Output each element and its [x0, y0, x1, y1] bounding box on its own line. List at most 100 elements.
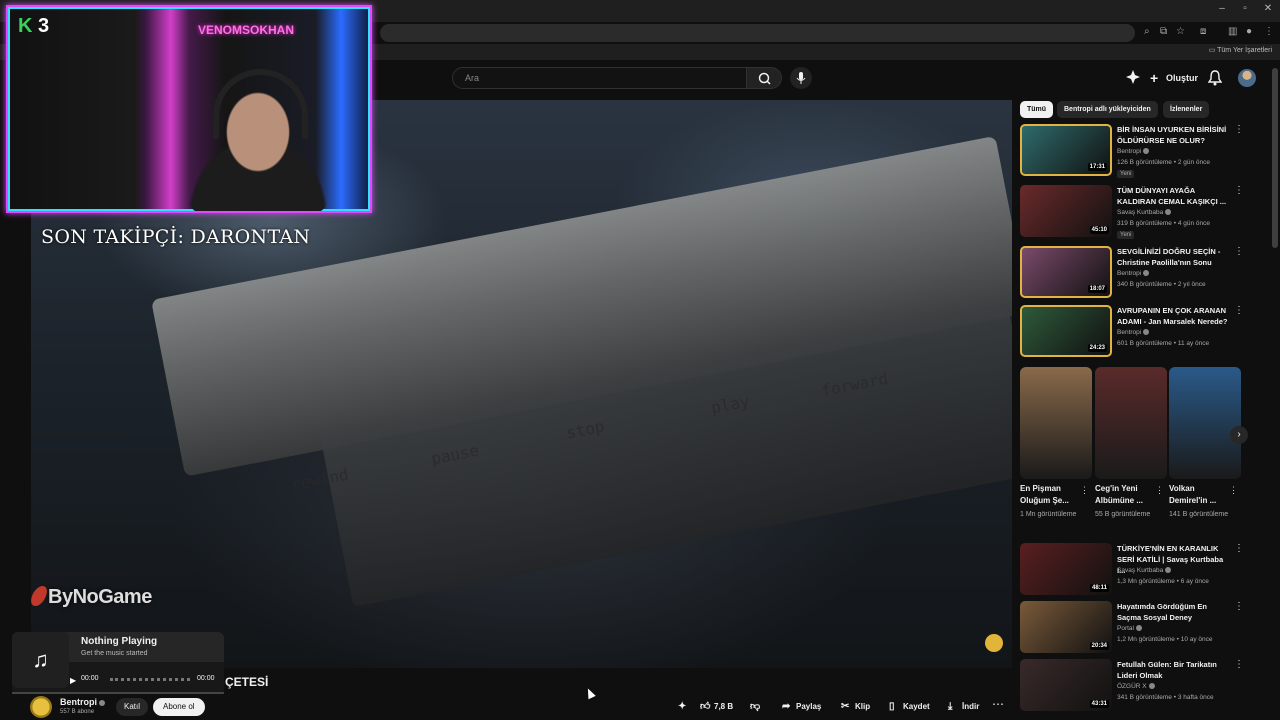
bookmark-icon: ▯	[889, 701, 895, 712]
share-button[interactable]: ➦ Paylaş	[782, 698, 821, 716]
recommendation-item[interactable]: 45:10 TÜM DÜNYAYI AYAĞA KALDIRAN CEMAL KA…	[1020, 185, 1248, 243]
dislike-button[interactable]: 👎︎	[750, 698, 760, 716]
recommendation-title[interactable]: Hayatımda Gördüğüm En Saçma Sosyal Deney	[1117, 601, 1232, 623]
more-options-icon[interactable]: ⋮	[1234, 185, 1244, 196]
chip-from-uploader[interactable]: Bentropi adlı yükleyiciden	[1057, 101, 1158, 118]
extensions-icon[interactable]: ⧈	[1200, 26, 1206, 37]
short-title[interactable]: Volkan Demirel'in ...	[1169, 483, 1231, 507]
gemini-icon[interactable]	[1126, 70, 1140, 84]
recommendation-meta: 1,2 Mn görüntüleme • 10 ay önce	[1117, 636, 1213, 643]
video-thumbnail[interactable]: 48:11	[1020, 543, 1112, 595]
like-button[interactable]: 👍︎ 7,8 B	[700, 698, 733, 716]
more-options-icon[interactable]: ⋮	[1234, 543, 1244, 554]
clip-button[interactable]: ✂ Klip	[841, 698, 870, 716]
video-thumbnail[interactable]: 20:34	[1020, 601, 1112, 653]
short-item[interactable]: Ceg'in Yeni Albümüne ... 55 B görüntüleme…	[1095, 367, 1167, 518]
recommendation-meta: 319 B görüntüleme • 4 gün önce	[1117, 220, 1210, 227]
recommendation-channel-name: Savaş Kurtbaba	[1117, 209, 1164, 216]
page-scrollbar[interactable]	[1272, 68, 1278, 248]
notifications-bell-icon[interactable]	[1208, 70, 1222, 86]
recommendation-title[interactable]: BİR İNSAN UYURKEN BİRİSİNİ ÖLDÜRÜRSE NE …	[1117, 124, 1232, 146]
share-page-icon[interactable]: ⧉	[1160, 26, 1167, 37]
verified-icon	[1135, 625, 1142, 631]
recommendation-channel[interactable]: Bentropi	[1117, 270, 1150, 277]
chip-all[interactable]: Tümü	[1020, 101, 1054, 118]
all-bookmarks[interactable]: ▭ Tüm Yer İşaretleri	[1209, 46, 1272, 54]
short-views: 1 Mn görüntüleme	[1020, 511, 1077, 518]
more-options-icon[interactable]: ⋮	[1234, 124, 1244, 135]
short-item[interactable]: En Pişman Oluğum Şe... 1 Mn görüntüleme ⋮	[1020, 367, 1092, 518]
more-options-icon[interactable]: ⋮	[1080, 485, 1089, 496]
all-bookmarks-label: Tüm Yer İşaretleri	[1217, 47, 1272, 54]
recommendation-title[interactable]: Fetullah Gülen: Bir Tarikatın Lideri Olm…	[1117, 659, 1232, 681]
video-thumbnail[interactable]: 17:31	[1020, 124, 1112, 176]
address-bar[interactable]	[380, 24, 1135, 42]
voice-search-button[interactable]	[790, 67, 812, 89]
new-badge: Yeni	[1117, 231, 1135, 239]
short-thumbnail[interactable]	[1020, 367, 1092, 479]
short-title[interactable]: En Pişman Oluğum Şe...	[1020, 483, 1082, 507]
join-button[interactable]: Katıl	[116, 698, 149, 716]
video-thumbnail[interactable]: 24:23	[1020, 305, 1112, 357]
star-icon[interactable]: ☆	[1176, 26, 1185, 37]
music-time-end: 00:00	[197, 675, 215, 682]
maximize-icon[interactable]: ▫	[1237, 3, 1253, 14]
user-avatar[interactable]	[1238, 69, 1256, 87]
recommendation-channel-name: Bentropi	[1117, 148, 1142, 155]
recommendation-title[interactable]: SEVGİLİNİZİ DOĞRU SEÇİN - Christine Paol…	[1117, 246, 1232, 268]
recommendation-channel[interactable]: Bentropi	[1117, 329, 1150, 336]
short-thumbnail[interactable]	[1095, 367, 1167, 479]
recommendation-item[interactable]: 24:23 AVRUPANIN EN ÇOK ARANAN ADAMI - Jan…	[1020, 305, 1248, 363]
recommendation-title[interactable]: TÜM DÜNYAYI AYAĞA KALDIRAN CEMAL KAŞIKÇI…	[1117, 185, 1232, 207]
browser-menu-icon[interactable]: ⋮	[1264, 26, 1274, 37]
video-thumbnail[interactable]: 45:10	[1020, 185, 1112, 237]
chevron-right-icon[interactable]: ›	[1230, 426, 1248, 444]
recommendation-item[interactable]: 17:31 BİR İNSAN UYURKEN BİRİSİNİ ÖLDÜRÜRS…	[1020, 124, 1248, 182]
music-progress-bar[interactable]	[12, 692, 224, 694]
duration-badge: 24:23	[1087, 344, 1107, 352]
chip-watched[interactable]: İzlenenler	[1163, 101, 1210, 118]
ask-ai-button[interactable]: ✦	[678, 698, 686, 716]
verified-icon	[1165, 209, 1172, 215]
zoom-icon[interactable]: ⌕	[1144, 26, 1150, 37]
video-thumbnail[interactable]: 18:07	[1020, 246, 1112, 298]
channel-name[interactable]: Bentropi	[60, 697, 105, 707]
music-note-icon: ♫	[12, 632, 69, 688]
recommendation-title[interactable]: AVRUPANIN EN ÇOK ARANAN ADAMI - Jan Mars…	[1117, 305, 1232, 327]
more-options-icon[interactable]: ⋮	[1234, 305, 1244, 316]
short-item[interactable]: Volkan Demirel'in ... 141 B görüntüleme ⋮	[1169, 367, 1241, 518]
minimize-icon[interactable]: –	[1214, 3, 1230, 14]
recommendation-item[interactable]: 48:11 TÜRKİYE'NİN EN KARANLIK SERİ KATİLİ…	[1020, 543, 1248, 601]
channel-subscribers: 557 B abone	[60, 709, 95, 715]
verified-icon	[1165, 567, 1172, 573]
sidebar-icon[interactable]: ▥	[1228, 26, 1237, 37]
profile-icon[interactable]: ●	[1246, 26, 1252, 37]
play-icon[interactable]: ▶	[70, 676, 76, 685]
recommendation-channel-name: ÖZGÜR X	[1117, 683, 1147, 690]
more-options-icon[interactable]: ⋮	[1229, 485, 1238, 496]
more-options-icon[interactable]: ⋮	[1234, 246, 1244, 257]
search-button[interactable]	[746, 67, 782, 89]
recommendation-item[interactable]: 43:31 Fetullah Gülen: Bir Tarikatın Lider…	[1020, 659, 1248, 717]
video-thumbnail[interactable]: 43:31	[1020, 659, 1112, 711]
recommendation-channel[interactable]: Savaş Kurtbaba	[1117, 209, 1172, 216]
create-button[interactable]: + Oluştur	[1146, 67, 1206, 89]
download-button[interactable]: ⤓ İndir	[948, 698, 979, 716]
more-options-icon[interactable]: ⋮	[1234, 601, 1244, 612]
short-thumbnail[interactable]	[1169, 367, 1241, 479]
recommendation-channel[interactable]: ÖZGÜR X	[1117, 683, 1155, 690]
recommendation-item[interactable]: 18:07 SEVGİLİNİZİ DOĞRU SEÇİN - Christine…	[1020, 246, 1248, 304]
subscribe-button[interactable]: Abone ol	[153, 698, 205, 716]
close-icon[interactable]: ✕	[1260, 3, 1276, 14]
channel-avatar[interactable]	[30, 696, 52, 718]
more-options-icon[interactable]: ⋮	[1234, 659, 1244, 670]
recommendation-channel[interactable]: Bentropi	[1117, 148, 1150, 155]
more-options-icon[interactable]: ⋮	[1155, 485, 1164, 496]
more-actions-icon[interactable]: ⋯	[992, 697, 1004, 711]
recommendation-item[interactable]: 20:34 Hayatımda Gördüğüm En Saçma Sosyal …	[1020, 601, 1248, 659]
recommendation-channel[interactable]: Savaş Kurtbaba	[1117, 567, 1172, 574]
short-title[interactable]: Ceg'in Yeni Albümüne ...	[1095, 483, 1157, 507]
search-input[interactable]: Ara	[452, 67, 747, 89]
save-button[interactable]: ▯ Kaydet	[889, 698, 930, 716]
recommendation-channel[interactable]: Portal	[1117, 625, 1142, 632]
